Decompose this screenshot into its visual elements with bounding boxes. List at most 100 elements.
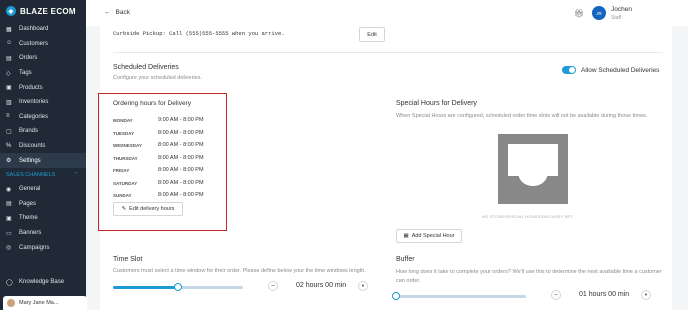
sales-channels-header[interactable]: SALES CHANNELS ⌃ bbox=[0, 168, 86, 182]
hours-value: 8:00 AM - 8:00 PM bbox=[158, 154, 204, 161]
sidebar-item-label: Knowledge Base bbox=[19, 279, 65, 286]
allow-scheduled-toggle[interactable] bbox=[562, 66, 576, 74]
empty-state-illustration bbox=[498, 134, 568, 204]
sidebar-item-label: Categories bbox=[19, 113, 49, 120]
arrow-left-icon: ← bbox=[104, 9, 111, 16]
hours-value: 8:00 AM - 8:00 PM bbox=[158, 179, 204, 186]
discounts-icon: % bbox=[6, 142, 12, 149]
hours-day: THURSDAY bbox=[113, 155, 138, 161]
special-hours-subtitle: When Special Hours are configured, sched… bbox=[396, 113, 648, 119]
sidebar-item-label: Dashboard bbox=[19, 26, 49, 33]
orders-icon: ▤ bbox=[6, 55, 12, 62]
hours-day: WEDNESDAY bbox=[113, 143, 142, 148]
sidebar-item-label: Campaigns bbox=[19, 244, 50, 251]
banners-icon: ▭ bbox=[6, 230, 12, 237]
hours-day: SUNDAY bbox=[113, 193, 132, 198]
sidebar-nav: ▦ Dashboard ☺ Customers ▤ Orders ◇ Tags ▣ Product… bbox=[0, 22, 86, 168]
dashboard-icon: ▦ bbox=[6, 26, 12, 33]
add-special-hour-button[interactable]: ▦ Add Special Hour bbox=[396, 229, 462, 243]
brand-logo[interactable]: ◆ BLAZE ECOM bbox=[0, 0, 86, 22]
scheduled-deliveries-title: Scheduled Deliveries bbox=[113, 64, 179, 71]
hours-value: 8:00 AM - 8:00 PM bbox=[158, 142, 204, 148]
brand-name: BLAZE ECOM bbox=[20, 6, 76, 16]
user-avatar[interactable]: JR bbox=[592, 6, 606, 20]
settings-icon: ⚙ bbox=[6, 158, 12, 165]
time-slot-fill bbox=[113, 286, 178, 289]
buffer-slider[interactable] bbox=[392, 292, 526, 300]
edit-icon: ✎ bbox=[121, 206, 127, 212]
ordering-hours-title: Ordering hours for Delivery bbox=[113, 100, 192, 107]
back-button[interactable]: ← Back bbox=[104, 9, 130, 16]
sidebar-item-general[interactable]: ◉ General bbox=[0, 182, 86, 197]
user-switcher[interactable]: Mary Jane Ma... bbox=[3, 296, 87, 310]
sidebar-item-label: Theme bbox=[19, 215, 38, 222]
sidebar-item-knowledge-base[interactable]: ◯ Knowledge Base bbox=[0, 275, 86, 290]
sidebar-item-inventories[interactable]: ▥ Inventories bbox=[0, 95, 86, 110]
general-icon: ◉ bbox=[6, 186, 12, 193]
hours-value: 8:00 AM - 8:00 PM bbox=[158, 167, 204, 173]
avatar bbox=[7, 299, 15, 307]
tags-icon: ◇ bbox=[6, 70, 11, 77]
sidebar-item-categories[interactable]: ≡ Categories bbox=[0, 110, 86, 125]
time-slot-increment-button[interactable]: • bbox=[358, 281, 368, 291]
sidebar-item-label: Tags bbox=[19, 70, 32, 77]
time-slot-value: 02 hours 00 min bbox=[296, 282, 347, 289]
buffer-value: 01 hours 00 min bbox=[579, 291, 630, 298]
divider bbox=[113, 52, 663, 53]
pickup-instructions: Curbside Pickup: Call (555)555-5555 when… bbox=[113, 30, 285, 37]
sidebar-item-label: Discounts bbox=[19, 143, 46, 150]
sidebar-item-orders[interactable]: ▤ Orders bbox=[0, 51, 86, 66]
sidebar-item-label: Brands bbox=[19, 128, 39, 135]
sidebar-item-settings[interactable]: ⚙ Settings bbox=[0, 153, 86, 168]
sidebar-item-label: Inventories bbox=[19, 99, 49, 106]
calendar-plus-icon: ▦ bbox=[403, 233, 409, 239]
sidebar-item-label: Products bbox=[19, 84, 43, 91]
products-icon: ▣ bbox=[6, 85, 12, 92]
back-label: Back bbox=[115, 9, 130, 16]
knowledge-base-icon: ◯ bbox=[6, 279, 13, 286]
user-role: Staff bbox=[611, 15, 622, 21]
time-slot-handle[interactable] bbox=[174, 283, 182, 291]
sidebar: ◆ BLAZE ECOM ▦ Dashboard ☺ Customers ▤ Orders… bbox=[0, 0, 87, 310]
sidebar-item-products[interactable]: ▣ Products bbox=[0, 80, 86, 95]
sidebar-item-discounts[interactable]: % Discounts bbox=[0, 139, 86, 154]
empty-state-caption: NO STORE/SPECIAL HOURS/DELIVERY SET bbox=[482, 214, 573, 219]
scheduled-deliveries-subtitle: Configure your scheduled deliveries. bbox=[113, 75, 202, 81]
buffer-decrement-button[interactable]: − bbox=[551, 290, 561, 300]
sidebar-item-brands[interactable]: ▢ Brands bbox=[0, 124, 86, 139]
pages-icon: ▤ bbox=[6, 201, 12, 208]
time-slot-subtitle: Customers must select a time window for … bbox=[113, 268, 366, 274]
buffer-title: Buffer bbox=[396, 256, 415, 263]
sidebar-item-label: Settings bbox=[19, 157, 41, 164]
time-slot-title: Time Slot bbox=[113, 256, 143, 263]
theme-icon: ▣ bbox=[6, 215, 12, 222]
gift-icon[interactable]: 🎁︎ bbox=[574, 9, 584, 18]
buffer-handle[interactable] bbox=[392, 292, 400, 300]
sidebar-item-theme[interactable]: ▣ Theme bbox=[0, 211, 86, 226]
time-slot-decrement-button[interactable]: − bbox=[268, 281, 278, 291]
hours-day: SATURDAY bbox=[113, 180, 138, 186]
hours-day: TUESDAY bbox=[113, 130, 135, 136]
customers-icon: ☺ bbox=[6, 40, 13, 47]
sidebar-item-dashboard[interactable]: ▦ Dashboard bbox=[0, 22, 86, 37]
sidebar-item-campaigns[interactable]: ◎ Campaigns bbox=[0, 240, 86, 255]
hours-value: 8:00 AM - 8:00 PM bbox=[158, 129, 204, 136]
categories-icon: ≡ bbox=[6, 113, 10, 120]
edit-pickup-button[interactable]: Edit bbox=[359, 27, 385, 42]
sidebar-item-banners[interactable]: ▭ Banners bbox=[0, 226, 86, 241]
sidebar-item-tags[interactable]: ◇ Tags bbox=[0, 66, 86, 81]
hours-value: 9:00 AM - 8:00 PM bbox=[158, 117, 204, 123]
user-name: Mary Jane Ma... bbox=[19, 300, 59, 306]
chevron-up-icon: ⌃ bbox=[73, 171, 78, 178]
brands-icon: ▢ bbox=[6, 128, 12, 135]
sidebar-item-pages[interactable]: ▤ Pages bbox=[0, 197, 86, 212]
time-slot-slider[interactable] bbox=[113, 283, 243, 291]
buffer-increment-button[interactable]: • bbox=[641, 290, 651, 300]
edit-delivery-hours-label: Edit delivery hours bbox=[129, 206, 175, 212]
add-special-hour-label: Add Special Hour bbox=[411, 233, 455, 239]
buffer-subtitle: How long does it take to complete your o… bbox=[396, 269, 662, 284]
sidebar-item-label: Banners bbox=[19, 230, 42, 237]
user-name[interactable]: Jochen bbox=[611, 6, 632, 13]
edit-delivery-hours-button[interactable]: ✎ Edit delivery hours bbox=[113, 202, 183, 216]
sidebar-item-customers[interactable]: ☺ Customers bbox=[0, 37, 86, 52]
